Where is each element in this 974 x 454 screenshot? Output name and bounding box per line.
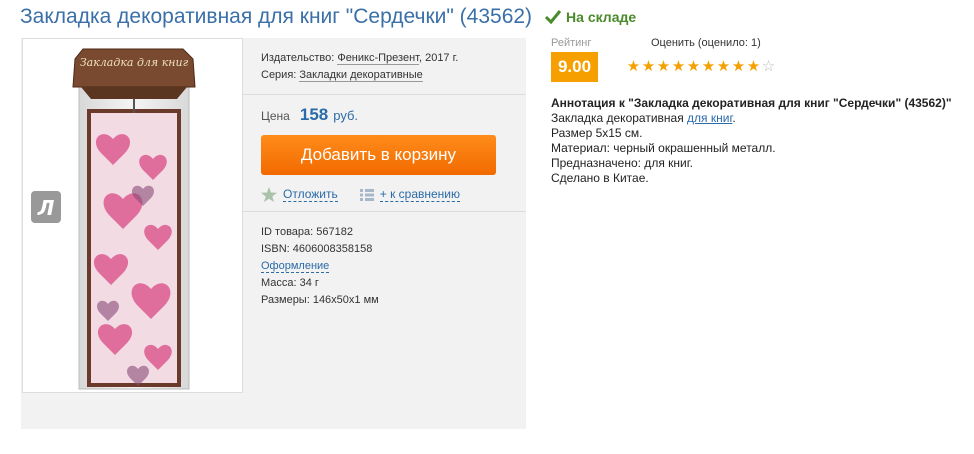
purchase-section: Цена 158 руб. Добавить в корзину Отложит… bbox=[243, 95, 526, 212]
price-row: Цена 158 руб. bbox=[261, 105, 526, 127]
list-icon bbox=[359, 188, 374, 201]
publisher-year: , 2017 г. bbox=[418, 52, 459, 64]
annotation-link[interactable]: для книг bbox=[687, 111, 732, 125]
rating-star-icon[interactable]: ★ bbox=[686, 59, 701, 74]
rating-star-icon[interactable]: ★ bbox=[626, 59, 641, 74]
product-actions: Отложить + к сравнению bbox=[261, 187, 526, 202]
annotation-title: Аннотация к "Закладка декоративная для к… bbox=[551, 96, 952, 110]
dimensions: Размеры: 146x50x1 мм bbox=[261, 294, 379, 306]
rating-star-icon[interactable]: ★ bbox=[716, 59, 731, 74]
annotation-line-4: Предназначено: для книг. bbox=[551, 156, 693, 170]
defer-button[interactable]: Отложить bbox=[261, 187, 338, 202]
stock-status: На складе bbox=[544, 9, 636, 25]
rate-label: Оценить (оценило: 1) bbox=[651, 37, 761, 49]
rating-stars: ★ ★ ★ ★ ★ ★ ★ ★ ★ ☆ bbox=[626, 59, 776, 74]
rating-label: Рейтинг bbox=[551, 37, 592, 49]
design-link[interactable]: Оформление bbox=[261, 260, 330, 273]
price-currency: руб. bbox=[333, 108, 359, 123]
product-id: ID товара: 567182 bbox=[261, 226, 353, 238]
rating-star-icon[interactable]: ★ bbox=[671, 59, 686, 74]
annotation-line-2: Размер 5х15 см. bbox=[551, 126, 643, 140]
rating-star-icon[interactable]: ☆ bbox=[761, 59, 776, 74]
rating-star-icon[interactable]: ★ bbox=[731, 59, 746, 74]
annotation-line-1: Закладка декоративная для книг. bbox=[551, 111, 971, 126]
compare-button[interactable]: + к сравнению bbox=[359, 187, 461, 202]
series-line: Серия: Закладки декоративные bbox=[261, 67, 526, 84]
series-link[interactable]: Закладки декоративные bbox=[299, 69, 423, 82]
bookmark-picture: Закладка для книг Л bbox=[31, 48, 196, 390]
series-label: Серия: bbox=[261, 69, 297, 81]
product-image[interactable]: Закладка для книг Л bbox=[22, 38, 243, 393]
title-row: Закладка декоративная для книг "Сердечки… bbox=[20, 2, 636, 32]
page-title: Закладка декоративная для книг "Сердечки… bbox=[20, 5, 533, 28]
price-value: 158 bbox=[299, 105, 329, 124]
publisher-link[interactable]: Феникс-Презент bbox=[337, 52, 419, 65]
annotation-line-3: Материал: черный окрашенный металл. bbox=[551, 141, 776, 155]
rating-star-icon[interactable]: ★ bbox=[641, 59, 656, 74]
defer-label: Отложить bbox=[283, 187, 338, 202]
checkmark-icon bbox=[544, 10, 562, 25]
price-label: Цена bbox=[261, 109, 290, 123]
rating-value: 9.00 bbox=[551, 52, 598, 82]
rating-area: Рейтинг 9.00 Оценить (оценило: 1) ★ ★ ★ ★ ★ ★… bbox=[551, 37, 811, 87]
rating-star-icon[interactable]: ★ bbox=[701, 59, 716, 74]
rating-star-icon[interactable]: ★ bbox=[746, 59, 761, 74]
compare-label: + к сравнению bbox=[379, 187, 461, 202]
publisher-section: Издательство: Феникс-Презент, 2017 г. Се… bbox=[243, 38, 526, 95]
annotation: Аннотация к "Закладка декоративная для к… bbox=[551, 96, 971, 186]
annotation-text: . bbox=[732, 111, 736, 125]
annotation-text: Закладка декоративная bbox=[551, 111, 688, 125]
rating-star-icon[interactable]: ★ bbox=[656, 59, 671, 74]
product-info: Издательство: Феникс-Презент, 2017 г. Се… bbox=[243, 38, 526, 309]
watermark-logo: Л bbox=[37, 196, 55, 220]
meta-section: ID товара: 567182 ISBN: 4606008358158 Оф… bbox=[243, 212, 526, 309]
publisher-label: Издательство: bbox=[261, 52, 335, 64]
weight: Масса: 34 г bbox=[261, 277, 319, 289]
add-to-cart-button[interactable]: Добавить в корзину bbox=[261, 135, 496, 175]
isbn: ISBN: 4606008358158 bbox=[261, 243, 373, 255]
bookmark-header-text: Закладка для книг bbox=[80, 56, 189, 69]
stock-label: На складе bbox=[566, 9, 637, 25]
publisher-line: Издательство: Феникс-Презент, 2017 г. bbox=[261, 50, 526, 67]
star-icon bbox=[261, 187, 277, 202]
annotation-line-5: Сделано в Китае. bbox=[551, 171, 649, 185]
